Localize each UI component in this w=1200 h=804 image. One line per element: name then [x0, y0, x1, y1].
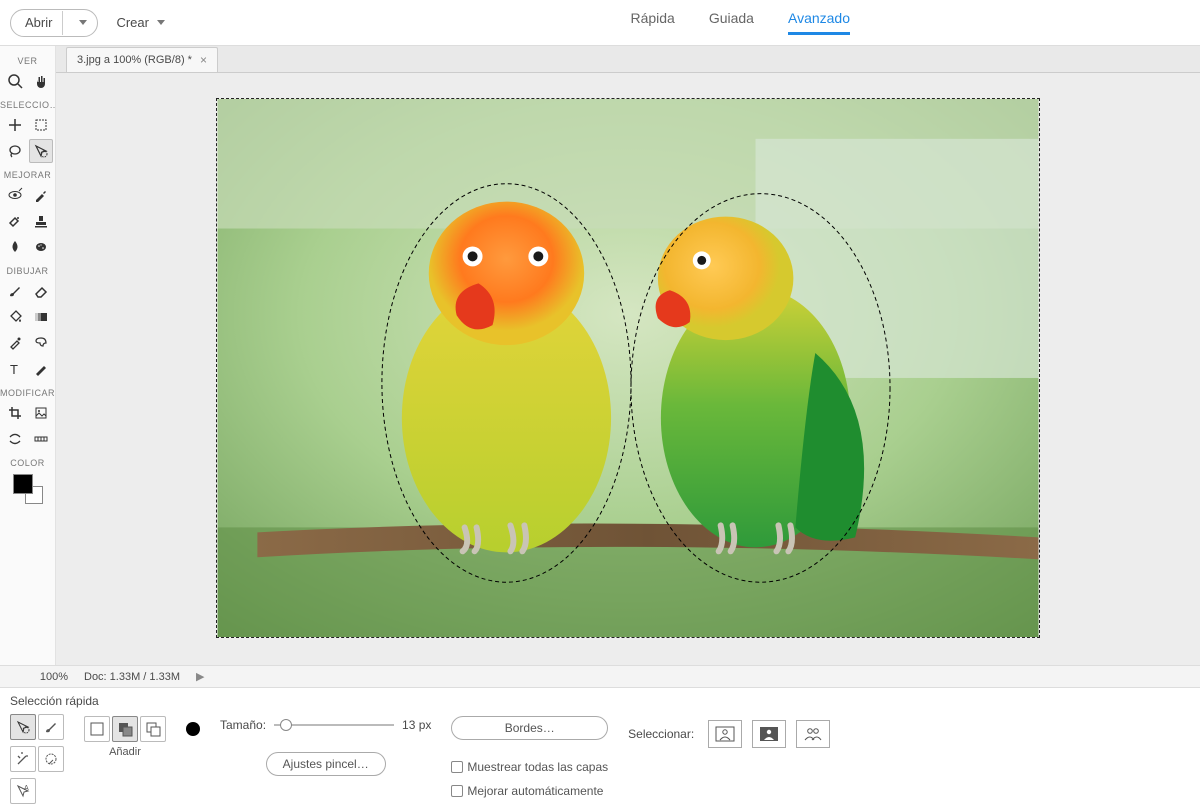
section-enhance: MEJORAR: [0, 170, 55, 180]
sample-all-layers-checkbox[interactable]: Muestrear todas las capas: [451, 760, 608, 774]
marquee-tool-icon[interactable]: [29, 113, 53, 137]
workspace: 3.jpg a 100% (RGB/8) * ×: [56, 46, 1200, 665]
picker-tool-icon[interactable]: [3, 331, 27, 355]
section-draw: DIBUJAR: [0, 266, 55, 276]
chevron-down-icon: [157, 20, 165, 25]
selection-new-icon[interactable]: [84, 716, 110, 742]
magic-wand-variant-icon[interactable]: [10, 746, 36, 772]
select-label: Seleccionar:: [628, 727, 694, 741]
refine-brush-variant-icon[interactable]: [38, 746, 64, 772]
auto-enhance-label: Mejorar automáticamente: [467, 784, 603, 798]
sample-all-layers-label: Muestrear todas las capas: [467, 760, 608, 774]
size-label: Tamaño:: [220, 718, 266, 732]
type-tool-icon[interactable]: T: [3, 357, 27, 381]
section-select: SELECCIO…: [0, 100, 55, 110]
doc-size: Doc: 1.33M / 1.33M: [84, 671, 180, 683]
eye-tool-icon[interactable]: [3, 183, 27, 207]
pencil-tool-icon[interactable]: [29, 357, 53, 381]
svg-text:T: T: [10, 362, 18, 377]
select-background-icon[interactable]: [752, 720, 786, 748]
auto-enhance-checkbox[interactable]: Mejorar automáticamente: [451, 784, 608, 798]
document-tabs: 3.jpg a 100% (RGB/8) * ×: [56, 46, 1200, 73]
document-tab[interactable]: 3.jpg a 100% (RGB/8) * ×: [66, 47, 218, 72]
mode-tab-expert[interactable]: Avanzado: [788, 10, 850, 35]
chevron-down-icon: [79, 20, 87, 25]
checkbox-icon: [451, 785, 463, 797]
zoom-tool-icon[interactable]: [3, 69, 27, 93]
create-button[interactable]: Crear: [116, 15, 165, 30]
select-subject-icon[interactable]: [708, 720, 742, 748]
section-color: COLOR: [0, 458, 55, 468]
mode-tab-guided[interactable]: Guiada: [709, 10, 754, 35]
crop-tool-icon[interactable]: [3, 401, 27, 425]
selection-subtract-icon[interactable]: [140, 716, 166, 742]
toolbox: VER SELECCIO… MEJORAR DIBUJAR: [0, 46, 56, 665]
add-mode-label: Añadir: [109, 746, 141, 758]
open-button[interactable]: Abrir: [10, 9, 98, 37]
top-menu-bar: Abrir Crear Rápida Guiada Avanzado: [0, 0, 1200, 46]
tool-options-panel: Selección rápida A Añadir: [0, 687, 1200, 795]
eyedropper-tool-icon[interactable]: [29, 183, 53, 207]
selection-brush-variant-icon[interactable]: [38, 714, 64, 740]
checkbox-icon: [451, 761, 463, 773]
hand-tool-icon[interactable]: [29, 69, 53, 93]
heal-tool-icon[interactable]: [3, 209, 27, 233]
brush-settings-button[interactable]: Ajustes pincel…: [266, 752, 386, 776]
sponge-tool-icon[interactable]: [29, 235, 53, 259]
recompose-tool-icon[interactable]: [29, 401, 53, 425]
selection-add-icon[interactable]: [112, 716, 138, 742]
auto-select-variant-icon[interactable]: A: [10, 778, 36, 804]
zoom-level[interactable]: 100%: [8, 671, 68, 683]
quick-select-tool-icon[interactable]: [29, 139, 53, 163]
gradient-tool-icon[interactable]: [29, 305, 53, 329]
brush-tool-icon[interactable]: [3, 279, 27, 303]
foreground-color-swatch[interactable]: [13, 474, 33, 494]
stamp-tool-icon[interactable]: [29, 209, 53, 233]
brush-size-slider[interactable]: [274, 724, 394, 726]
eraser-tool-icon[interactable]: [29, 279, 53, 303]
bucket-tool-icon[interactable]: [3, 305, 27, 329]
open-label: Abrir: [25, 15, 52, 30]
quick-select-variant-icon[interactable]: [10, 714, 36, 740]
edges-button[interactable]: Bordes…: [451, 716, 608, 740]
mode-tabs: Rápida Guiada Avanzado: [630, 10, 850, 35]
close-icon[interactable]: ×: [200, 53, 207, 67]
straighten-tool-icon[interactable]: [29, 427, 53, 451]
select-people-icon[interactable]: [796, 720, 830, 748]
document-tab-title: 3.jpg a 100% (RGB/8) *: [77, 54, 192, 66]
move-content-tool-icon[interactable]: [3, 427, 27, 451]
lasso-tool-icon[interactable]: [3, 139, 27, 163]
options-title: Selección rápida: [10, 694, 1190, 708]
move-tool-icon[interactable]: [3, 113, 27, 137]
blur-tool-icon[interactable]: [3, 235, 27, 259]
section-view: VER: [0, 56, 55, 66]
create-label: Crear: [116, 15, 149, 30]
chevron-right-icon[interactable]: ▶: [196, 670, 204, 683]
svg-text:A: A: [24, 785, 29, 792]
color-swatches[interactable]: [13, 474, 43, 504]
canvas-image[interactable]: [216, 98, 1040, 638]
section-modify: MODIFICAR: [0, 388, 55, 398]
size-value: 13 px: [402, 718, 431, 732]
status-bar: 100% Doc: 1.33M / 1.33M ▶: [0, 665, 1200, 687]
mode-tab-quick[interactable]: Rápida: [630, 10, 674, 35]
brush-preview-icon: [186, 722, 200, 736]
shape-tool-icon[interactable]: [29, 331, 53, 355]
canvas-area[interactable]: [56, 73, 1200, 665]
